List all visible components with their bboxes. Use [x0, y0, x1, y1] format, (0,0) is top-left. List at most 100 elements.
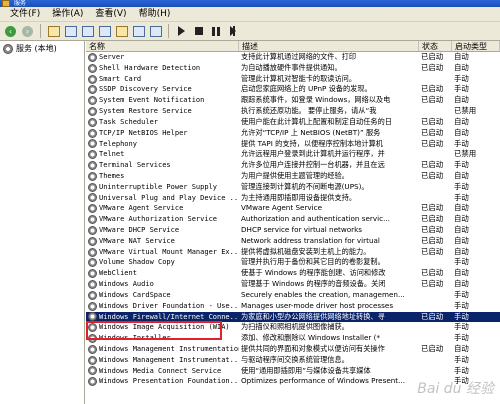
service-name-cell: Server — [86, 52, 239, 63]
menu-file[interactable]: 文件(F) — [4, 7, 46, 22]
gear-icon — [88, 279, 97, 289]
service-name-cell: Task Scheduler — [86, 117, 239, 128]
table-row[interactable]: System Event Notification 跟踪系统事件，如登录 Wind… — [86, 95, 500, 106]
service-name-cell: Shell Hardware Detection — [86, 63, 239, 74]
service-status: 已启动 — [421, 235, 444, 245]
column-header-status[interactable]: 状态 — [419, 41, 452, 51]
service-description: 为自动播放硬件事件提供通知。 — [241, 62, 342, 72]
table-row[interactable]: Windows Audio 管理基于 Windows 的程序的音频设备。关闭 已启动… — [86, 279, 500, 290]
pause-service-button[interactable] — [208, 24, 223, 39]
properties-button[interactable] — [80, 24, 95, 39]
restart-service-button[interactable] — [225, 24, 240, 39]
service-description: 允许多位用户连接并控制一台机器，并且在远 — [241, 160, 385, 170]
gear-icon — [3, 43, 13, 54]
table-row[interactable]: Volume Shadow Copy 管理并执行用于备份和其它目的的卷影复制。 手动 — [86, 257, 500, 268]
service-status: 已启动 — [421, 311, 444, 321]
service-name: Telnet — [99, 150, 125, 159]
table-row[interactable]: Server 支持此计算机通过网络的文件、打印 已启动 自动 — [86, 52, 500, 63]
table-row[interactable]: Shell Hardware Detection 为自动播放硬件事件提供通知。 已启… — [86, 63, 500, 74]
service-name-cell: Themes — [86, 171, 239, 182]
table-row[interactable]: VMware Agent Service VMware Agent Service… — [86, 203, 500, 214]
gear-icon — [88, 355, 97, 365]
table-row[interactable]: Windows CardSpace Securely enables the cr… — [86, 290, 500, 301]
service-startup-type: 已禁用 — [454, 149, 477, 159]
view-button[interactable] — [148, 24, 163, 39]
table-row[interactable]: Windows Management Instrumentation 提供共同的界… — [86, 344, 500, 355]
service-name: VMware DHCP Service — [99, 226, 180, 234]
table-row[interactable]: Telephony 提供 TAPI 的支持，以便程序控制本地计算机 已启动 手动 — [86, 139, 500, 150]
service-startup-type: 手动 — [454, 300, 469, 310]
service-startup-type: 手动 — [454, 84, 469, 94]
gear-icon — [88, 269, 97, 279]
help-button[interactable] — [131, 24, 146, 39]
column-header-name[interactable]: 名称 — [86, 41, 239, 51]
tree-item-services-local[interactable]: 服务 (本地) — [0, 41, 84, 56]
service-description: 提供 TAPI 的支持，以便程序控制本地计算机 — [241, 138, 383, 148]
table-row[interactable]: SSDP Discovery Service 启动您家庭网络上的 UPnP 设备的… — [86, 84, 500, 95]
table-row[interactable]: VMware DHCP Service DHCP service for virt… — [86, 225, 500, 236]
service-description: 使用“通用即插即用”与媒体设备共享媒体 — [241, 365, 371, 375]
table-row[interactable]: Themes 为用户提供使用主题管理的经验。 已启动 自动 — [86, 171, 500, 182]
service-startup-type: 自动 — [454, 203, 469, 213]
start-service-button[interactable] — [174, 24, 189, 39]
table-row[interactable]: Universal Plug and Play Device ... 为主持通用即… — [86, 193, 500, 204]
forward-button[interactable]: › — [20, 24, 35, 39]
export-list-button[interactable] — [114, 24, 129, 39]
service-startup-type: 手动 — [454, 73, 469, 83]
menu-help[interactable]: 帮助(H) — [133, 7, 177, 22]
service-startup-type: 手动 — [454, 289, 469, 299]
table-row[interactable]: Smart Card 管理此计算机对智能卡的取读访问。 手动 — [86, 74, 500, 85]
service-description: Authorization and authentication servic.… — [241, 214, 390, 224]
service-startup-type: 自动 — [454, 279, 469, 289]
service-description: 使用户能在此计算机上配置和制定自动任务的日 — [241, 116, 392, 126]
table-row[interactable]: VMware NAT Service Network address transl… — [86, 236, 500, 247]
toolbar-separator — [40, 24, 41, 38]
service-startup-type: 手动 — [454, 160, 469, 170]
refresh-button[interactable] — [97, 24, 112, 39]
column-header-startup-type[interactable]: 启动类型 — [452, 41, 500, 51]
stop-service-button[interactable] — [191, 24, 206, 39]
table-row[interactable]: Windows Management Instrumentat... 与驱动程序间… — [86, 355, 500, 366]
service-name-cell: Windows Media Connect Service — [86, 366, 239, 377]
gear-icon — [88, 74, 97, 84]
gear-icon — [88, 323, 97, 333]
table-row[interactable]: WebClient 使基于 Windows 的程序能创建、访问和修改 已启动 自动 — [86, 268, 500, 279]
service-status: 已启动 — [421, 279, 444, 289]
gear-icon — [88, 215, 97, 225]
menu-view[interactable]: 查看(V) — [89, 7, 132, 22]
table-row[interactable]: Windows Installer 添加、修改和删除以 Windows Insta… — [86, 333, 500, 344]
service-name: Windows Firewall/Internet Conne... — [99, 312, 239, 321]
show-hide-tree-button[interactable] — [63, 24, 78, 39]
table-row[interactable]: Windows Media Connect Service 使用“通用即插即用”与… — [86, 366, 500, 377]
gear-icon — [88, 377, 97, 387]
service-name-cell: VMware NAT Service — [86, 236, 239, 247]
table-row[interactable]: Terminal Services 允许多位用户连接并控制一台机器，并且在远 已启动… — [86, 160, 500, 171]
table-row[interactable]: Telnet 允许远程用户登录到此计算机并运行程序，并 已禁用 — [86, 149, 500, 160]
service-description: 为扫描仪和照相机提供图像捕获。 — [241, 322, 349, 332]
service-startup-type: 自动 — [454, 52, 469, 61]
table-row[interactable]: TCP/IP NetBIOS Helper 允许对“TCP/IP 上 NetBIO… — [86, 128, 500, 139]
table-row[interactable]: Windows Firewall/Internet Conne... 为家庭和小型… — [86, 311, 500, 323]
service-name: Server — [99, 53, 125, 61]
table-row[interactable]: Windows Driver Foundation - Use... Manage… — [86, 301, 500, 312]
service-name-cell: System Event Notification — [86, 95, 239, 106]
service-name-cell: Smart Card — [86, 74, 239, 85]
up-level-button[interactable] — [46, 24, 61, 39]
table-row[interactable]: Uninterruptible Power Supply 管理连接到计算机的不间断… — [86, 182, 500, 193]
service-description: VMware Agent Service — [241, 203, 323, 213]
service-name-cell: Windows Installer — [86, 333, 239, 344]
menu-action[interactable]: 操作(A) — [46, 7, 89, 22]
table-row[interactable]: Windows Image Acquisition (WIA) 为扫描仪和照相机提… — [86, 322, 500, 333]
service-name-cell: VMware Virtual Mount Manager Ex... — [86, 247, 239, 258]
service-startup-type: 手动 — [454, 311, 469, 321]
service-name: Windows Management Instrumentat... — [99, 355, 239, 364]
service-name-cell: Windows Image Acquisition (WIA) — [86, 322, 239, 333]
gear-icon — [88, 344, 97, 354]
table-row[interactable]: VMware Authorization Service Authorizatio… — [86, 214, 500, 225]
service-name: Volume Shadow Copy — [99, 258, 175, 267]
column-header-description[interactable]: 描述 — [239, 41, 419, 51]
table-row[interactable]: System Restore Service 执行系统还原功能。 要停止服务，请从… — [86, 106, 500, 117]
back-button[interactable]: ‹ — [3, 24, 18, 39]
table-row[interactable]: VMware Virtual Mount Manager Ex... 提供将虚拟机… — [86, 247, 500, 258]
table-row[interactable]: Task Scheduler 使用户能在此计算机上配置和制定自动任务的日 已启动 自动 — [86, 117, 500, 128]
